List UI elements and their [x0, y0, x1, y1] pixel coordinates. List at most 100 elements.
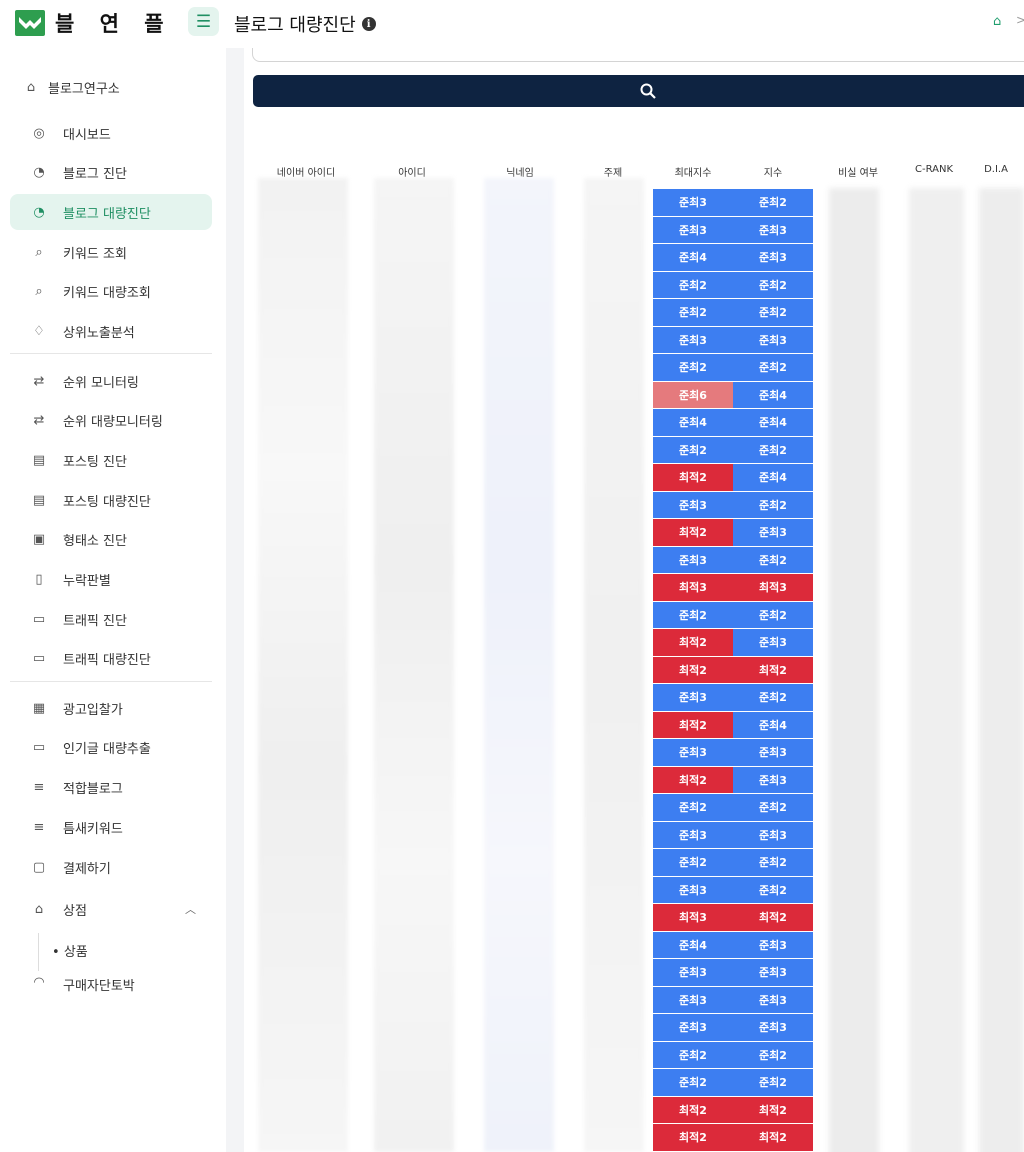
max-index-cell: 최적3 — [653, 904, 733, 931]
partial-icon: ◠ — [33, 975, 45, 990]
sidebar-item[interactable]: ⇄ 순위 모니터링 — [10, 363, 212, 399]
table-row: 준최4 준최3 — [653, 931, 813, 959]
table-row: 최적2 최적2 — [653, 1096, 813, 1124]
column-header: D.I.A — [984, 164, 1008, 175]
chevron-up-icon[interactable]: ︿ — [185, 901, 196, 917]
sidebar-item[interactable]: ▭ 인기글 대량추출 — [10, 729, 212, 765]
presentation-icon: ▭ — [32, 611, 46, 627]
sidebar-item-label: 트래픽 진단 — [63, 613, 127, 629]
submenu-line — [38, 933, 39, 971]
blurred-column — [909, 188, 964, 1152]
index-cell: 준최4 — [733, 711, 813, 738]
list-search-icon: ≡ — [33, 819, 45, 835]
repeat-icon: ⇄ — [33, 412, 45, 428]
max-index-cell: 준최3 — [653, 1014, 733, 1041]
sidebar-item[interactable]: ⇄ 순위 대량모니터링 — [10, 402, 212, 438]
max-index-cell: 준최2 — [653, 436, 733, 463]
sidebar-item[interactable]: ▣ 형태소 진단 — [10, 521, 212, 557]
table-row: 준최2 준최2 — [653, 1069, 813, 1097]
sidebar-item-root[interactable]: ⌂ 블로그연구소 — [14, 69, 216, 105]
sidebar-divider — [10, 353, 212, 354]
sidebar-item-label: 트래픽 대량진단 — [63, 652, 151, 668]
menu-toggle-button[interactable]: ☰ — [188, 7, 219, 36]
table-row: 준최4 준최3 — [653, 244, 813, 272]
index-cell: 준최2 — [733, 1041, 813, 1068]
dashboard-icon: ◎ — [33, 125, 45, 141]
sidebar-item[interactable]: ▭ 트래픽 진단 — [10, 601, 212, 637]
sidebar-item[interactable]: ♢ 상위노출분석 — [10, 313, 212, 349]
table-row: 준최3 준최2 — [653, 491, 813, 519]
max-index-cell: 최적2 — [653, 1096, 733, 1123]
search-input[interactable] — [252, 48, 1024, 62]
table-row: 준최3 준최2 — [653, 684, 813, 712]
sidebar-subitem-product[interactable]: • 상품 — [52, 941, 88, 960]
sidebar-item-label: 포스팅 대량진단 — [63, 494, 151, 510]
sidebar-divider — [10, 681, 212, 682]
sidebar-item[interactable]: ⌕ 키워드 대량조회 — [10, 273, 212, 309]
max-index-cell: 준최2 — [653, 271, 733, 298]
sidebar-item[interactable]: ≡ 적합블로그 — [10, 769, 212, 805]
sidebar-subitem-label: 상품 — [63, 945, 88, 960]
sidebar-item[interactable]: ⌂ 상점 ︿ — [10, 891, 212, 927]
index-cell: 준최3 — [733, 931, 813, 958]
index-cell: 준최3 — [733, 986, 813, 1013]
table-row: 최적2 준최3 — [653, 766, 813, 794]
table-row: 준최3 준최3 — [653, 1014, 813, 1042]
house-icon: ⌂ — [26, 79, 36, 95]
sidebar-item[interactable]: ⌕ 키워드 조회 — [10, 234, 212, 270]
sidebar-item-partial[interactable]: ◠ 구매자단토박 — [10, 975, 212, 999]
sidebar-item-label: 포스팅 진단 — [63, 454, 127, 470]
table-row: 준최2 준최2 — [653, 601, 813, 629]
max-index-cell: 준최2 — [653, 354, 733, 381]
home-icon[interactable]: ⌂ — [993, 14, 1001, 29]
index-cell: 준최3 — [733, 216, 813, 243]
index-cell: 준최3 — [733, 629, 813, 656]
table-row: 준최2 준최2 — [653, 271, 813, 299]
index-cell: 준최3 — [733, 326, 813, 353]
sidebar-item-label: 블로그 대량진단 — [63, 206, 151, 222]
brand-name: 블 연 플 — [55, 12, 173, 36]
table-row: 최적2 준최4 — [653, 464, 813, 492]
sidebar-item[interactable]: ▤ 포스팅 대량진단 — [10, 482, 212, 518]
sidebar-item[interactable]: ▭ 트래픽 대량진단 — [10, 640, 212, 676]
sidebar-item[interactable]: ◔ 블로그 대량진단 — [10, 194, 212, 230]
index-cell: 준최2 — [733, 849, 813, 876]
sidebar-item[interactable]: ▯ 누락판별 — [10, 561, 212, 597]
blurred-column — [484, 178, 554, 1152]
sidebar-item[interactable]: ▢ 결제하기 — [10, 849, 212, 885]
brand-logo[interactable]: 블 연 플 — [15, 8, 173, 38]
diamond-icon: ♢ — [33, 323, 45, 339]
max-index-cell: 준최2 — [653, 601, 733, 628]
table-row: 최적3 최적3 — [653, 574, 813, 602]
keyword-search-icon: ⌕ — [35, 244, 43, 260]
breadcrumb-separator: > — [1016, 13, 1024, 27]
sidebar-item-label: 순위 모니터링 — [63, 375, 139, 391]
max-index-cell: 준최2 — [653, 849, 733, 876]
column-header: 지수 — [763, 168, 783, 179]
sidebar-item[interactable]: ▤ 포스팅 진단 — [10, 442, 212, 478]
index-cell: 준최4 — [733, 464, 813, 491]
list-search-icon: ≡ — [33, 779, 45, 795]
sidebar-item[interactable]: ◎ 대시보드 — [10, 115, 212, 151]
top-bar: 블 연 플 ☰ 블로그 대량진단 i ⌂ > — [0, 0, 1024, 48]
index-cell: 준최3 — [733, 766, 813, 793]
table-row: 최적2 준최4 — [653, 711, 813, 739]
sidebar-item-label: 키워드 대량조회 — [63, 285, 151, 301]
sidebar-item[interactable]: ◔ 블로그 진단 — [10, 154, 212, 190]
table-row: 준최3 준최2 — [653, 189, 813, 217]
table-row: 준최3 준최3 — [653, 739, 813, 767]
index-cell: 준최2 — [733, 1069, 813, 1096]
table-row: 최적2 준최3 — [653, 519, 813, 547]
max-index-cell: 준최3 — [653, 821, 733, 848]
index-cell: 준최3 — [733, 959, 813, 986]
column-header: 닉네임 — [506, 168, 534, 179]
sidebar-item[interactable]: ▦ 광고입찰가 — [10, 690, 212, 726]
index-cell: 최적3 — [733, 574, 813, 601]
doc-search-icon: ▤ — [32, 452, 46, 468]
sidebar-item[interactable]: ≡ 틈새키워드 — [10, 809, 212, 845]
search-button[interactable] — [253, 75, 1024, 107]
index-cell: 준최2 — [733, 299, 813, 326]
info-icon[interactable]: i — [361, 17, 376, 31]
table-row: 최적2 최적2 — [653, 656, 813, 684]
table-row: 최적2 최적2 — [653, 1124, 813, 1152]
